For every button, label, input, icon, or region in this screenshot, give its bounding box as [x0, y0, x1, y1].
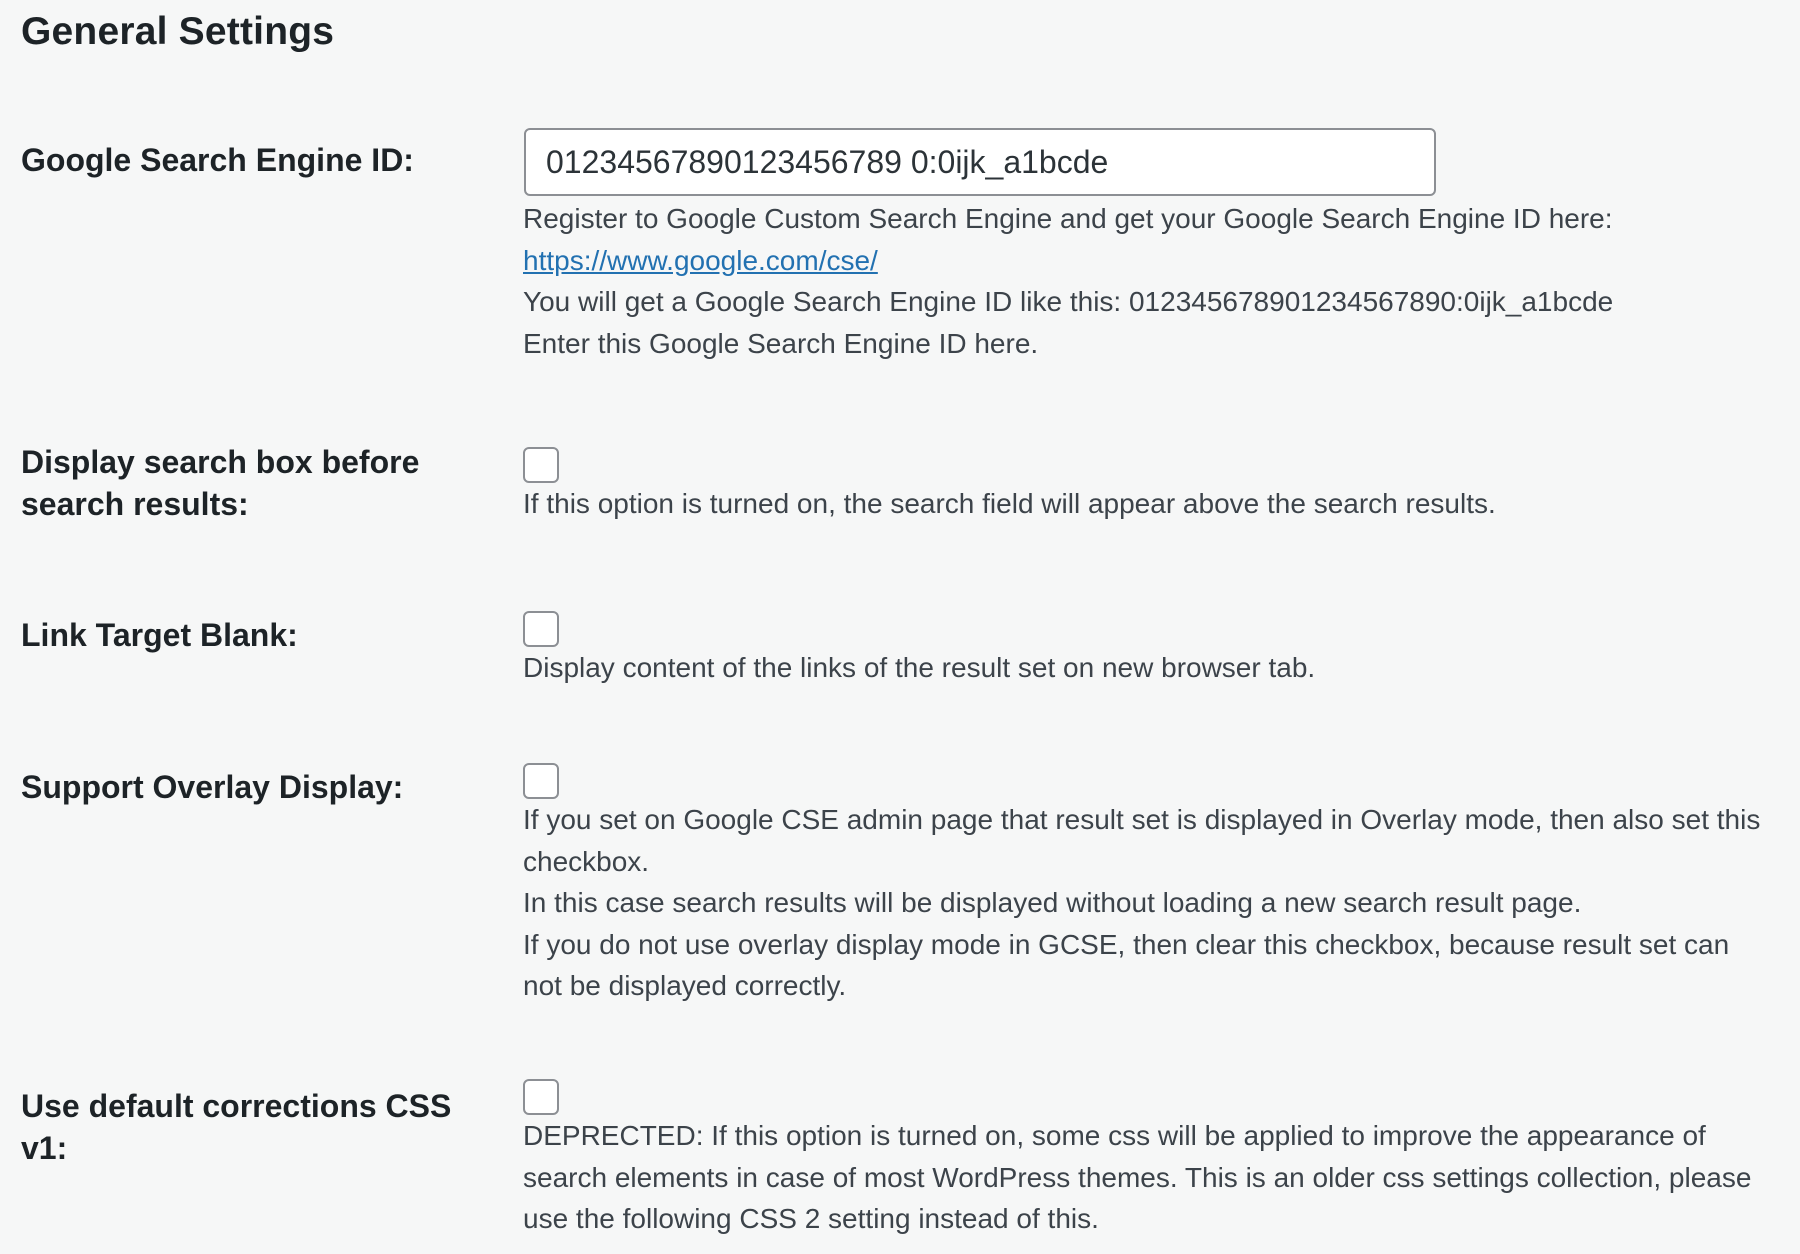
- engine-id-input[interactable]: 01234567890123456789 0:0ijk_a1bcde: [524, 128, 1436, 196]
- overlay-display-desc-line3: If you do not use overlay display mode i…: [523, 928, 1730, 1002]
- search-box-before-field: If this option is turned on, the search …: [523, 447, 1773, 525]
- engine-id-input-value: 01234567890123456789 0:0ijk_a1bcde: [546, 143, 1109, 180]
- default-css-v1-description: DEPRECTED: If this option is turned on, …: [523, 1120, 1752, 1234]
- default-css-v1-checkbox[interactable]: [523, 1079, 559, 1115]
- default-css-v1-label: Use default corrections CSS v1:: [21, 1085, 451, 1169]
- engine-id-label: Google Search Engine ID:: [21, 142, 414, 178]
- search-box-before-label-line1: Display search box before: [21, 444, 420, 480]
- search-box-before-label-line2: search results:: [21, 486, 249, 522]
- overlay-display-field: If you set on Google CSE admin page that…: [523, 763, 1773, 1007]
- link-target-blank-field: Display content of the links of the resu…: [523, 611, 1773, 689]
- engine-id-desc-line4: Enter this Google Search Engine ID here.: [523, 327, 1039, 359]
- google-cse-link[interactable]: https://www.google.com/cse/: [523, 245, 878, 276]
- overlay-display-desc-line1: If you set on Google CSE admin page that…: [523, 804, 1761, 877]
- search-box-before-label: Display search box before search results…: [21, 441, 419, 525]
- search-box-before-checkbox[interactable]: [523, 447, 559, 483]
- overlay-display-checkbox[interactable]: [523, 763, 559, 799]
- engine-id-desc-line3: You will get a Google Search Engine ID l…: [523, 286, 1614, 317]
- default-css-v1-field: DEPRECTED: If this option is turned on, …: [523, 1079, 1773, 1240]
- overlay-display-label: Support Overlay Display:: [21, 769, 404, 805]
- engine-id-description: Register to Google Custom Search Engine …: [523, 198, 1773, 364]
- default-css-v1-label-line2: v1:: [21, 1130, 68, 1166]
- link-target-blank-description: Display content of the links of the resu…: [523, 652, 1316, 683]
- search-box-before-description: If this option is turned on, the search …: [523, 488, 1496, 519]
- engine-id-desc-line1: Register to Google Custom Search Engine …: [523, 203, 1613, 234]
- overlay-display-desc-line2: In this case search results will be disp…: [523, 887, 1582, 918]
- default-css-v1-label-line1: Use default corrections CSS: [21, 1088, 452, 1124]
- engine-id-field: 01234567890123456789 0:0ijk_a1bcde Regis…: [523, 128, 1773, 364]
- link-target-blank-checkbox[interactable]: [523, 611, 559, 647]
- page-title: General Settings: [21, 10, 335, 53]
- overlay-display-description: If you set on Google CSE admin page that…: [523, 799, 1773, 1007]
- link-target-blank-label: Link Target Blank:: [21, 617, 298, 653]
